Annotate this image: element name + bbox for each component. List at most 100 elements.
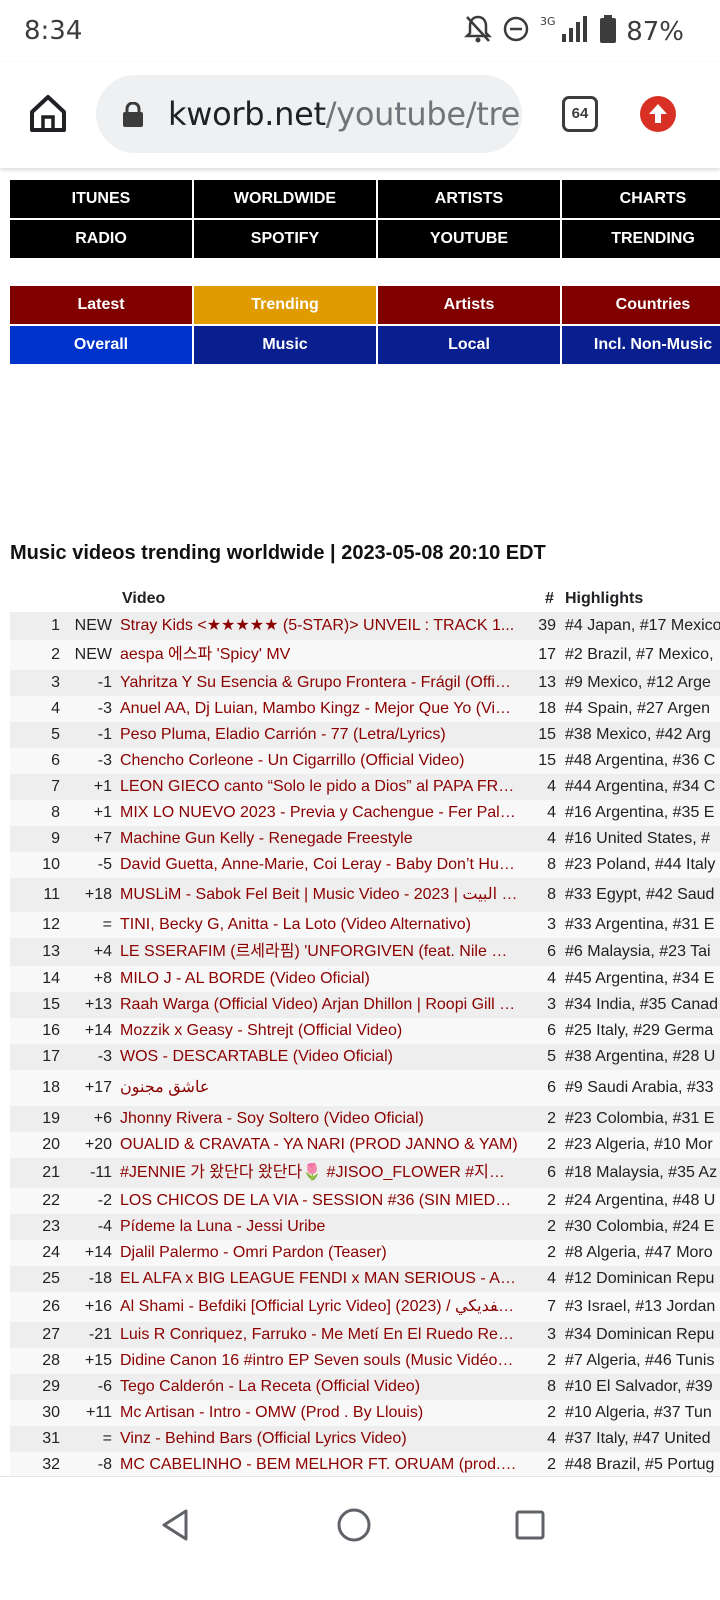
- row-change: +20: [84, 1136, 112, 1153]
- row-rank: 13: [42, 943, 60, 960]
- row-video-link[interactable]: MUSLiM - Sabok Fel Beit | Music Video - …: [120, 878, 518, 912]
- table-row: 15 +13 Raah Warga (Official Video) Arjan D…: [10, 992, 720, 1018]
- row-change: +8: [93, 970, 112, 987]
- network-type-label: 3G: [540, 15, 556, 28]
- row-video-link[interactable]: EL ALFA x BIG LEAGUE FENDI x MAN SERIOUS…: [120, 1266, 518, 1292]
- row-highlights: #23 Poland, #44 Italy: [565, 856, 716, 873]
- row-count: 3: [547, 996, 556, 1013]
- page-title: Music videos trending worldwide | 2023-0…: [10, 542, 546, 564]
- table-row: 10 -5 David Guetta, Anne-Marie, Coi Leray …: [10, 852, 720, 878]
- row-video-link[interactable]: Didine Canon 16 #intro EP Seven souls (M…: [120, 1348, 518, 1374]
- table-row: 1 NEW Stray Kids <★★★★★ (5-STAR)> UNVEIL :…: [10, 612, 720, 640]
- table-row: 27 -21 Luis R Conriquez, Farruko - Me Metí…: [10, 1322, 720, 1348]
- row-video-link[interactable]: aespa 에스파 'Spicy' MV: [120, 640, 518, 670]
- row-change: +4: [93, 943, 112, 960]
- row-video-link[interactable]: TINI, Becky G, Anitta - La Loto (Video A…: [120, 912, 518, 938]
- table-row: 14 +8 MILO J - AL BORDE (Video Oficial) 4 #4…: [10, 966, 720, 992]
- row-rank: 28: [42, 1352, 60, 1369]
- update-button[interactable]: [640, 96, 676, 132]
- row-highlights: #33 Argentina, #31 E: [565, 916, 715, 933]
- nav-artists[interactable]: ARTISTS: [378, 180, 560, 218]
- battery-percent: 87%: [626, 16, 684, 47]
- row-rank: 32: [42, 1456, 60, 1473]
- row-video-link[interactable]: عاشق مجنون: [120, 1070, 518, 1106]
- row-count: 8: [547, 886, 556, 903]
- row-video-link[interactable]: Chencho Corleone - Un Cigarrillo (Offici…: [120, 748, 518, 774]
- home-nav-button[interactable]: [334, 1505, 374, 1545]
- subnav-music[interactable]: Music: [194, 326, 376, 364]
- row-highlights: #2 Brazil, #7 Mexico,: [565, 646, 714, 663]
- row-video-link[interactable]: LEON GIECO canto “Solo le pido a Dios” a…: [120, 774, 518, 800]
- row-video-link[interactable]: OUALID & CRAVATA - YA NARI (PROD JANNO &…: [120, 1132, 518, 1158]
- row-video-link[interactable]: Machine Gun Kelly - Renegade Freestyle: [120, 826, 518, 852]
- tab-switcher-button[interactable]: 64: [562, 96, 598, 132]
- nav-itunes[interactable]: ITUNES: [10, 180, 192, 218]
- subnav-trending[interactable]: Trending: [194, 286, 376, 324]
- row-change: +1: [93, 804, 112, 821]
- row-change: -6: [97, 1378, 112, 1395]
- row-change: =: [102, 916, 112, 933]
- row-video-link[interactable]: WOS - DESCARTABLE (Video Oficial): [120, 1044, 518, 1070]
- nav-youtube[interactable]: YOUTUBE: [378, 220, 560, 258]
- row-video-link[interactable]: Raah Warga (Official Video) Arjan Dhillo…: [120, 992, 518, 1018]
- row-video-link[interactable]: MIX LO NUEVO 2023 - Previa y Cachengue -…: [120, 800, 518, 826]
- row-video-link[interactable]: Mc Artisan - Intro - OMW (Prod . By Llou…: [120, 1400, 518, 1426]
- row-change: -11: [90, 1164, 112, 1181]
- row-count: 4: [547, 830, 556, 847]
- row-highlights: #3 Israel, #13 Jordan: [565, 1298, 716, 1315]
- recents-button[interactable]: [510, 1505, 550, 1545]
- row-video-link[interactable]: Tego Calderón - La Receta (Official Vide…: [120, 1374, 518, 1400]
- nav-trending[interactable]: TRENDING: [562, 220, 720, 258]
- subnav-local[interactable]: Local: [378, 326, 560, 364]
- lock-icon: [122, 101, 144, 133]
- row-count: 4: [547, 804, 556, 821]
- row-video-link[interactable]: Yahritza Y Su Esencia & Grupo Frontera -…: [120, 670, 518, 696]
- row-video-link[interactable]: MC CABELINHO - BEM MELHOR FT. ORUAM (pro…: [120, 1452, 518, 1478]
- row-rank: 2: [51, 646, 60, 663]
- row-highlights: #6 Malaysia, #23 Tai: [565, 943, 711, 960]
- table-row: 4 -3 Anuel AA, Dj Luian, Mambo Kingz - Mej…: [10, 696, 720, 722]
- row-video-link[interactable]: Peso Pluma, Eladio Carrión - 77 (Letra/L…: [120, 722, 518, 748]
- row-video-link[interactable]: Anuel AA, Dj Luian, Mambo Kingz - Mejor …: [120, 696, 518, 722]
- nav-charts[interactable]: CHARTS: [562, 180, 720, 218]
- row-video-link[interactable]: Mozzik x Geasy - Shtrejt (Official Video…: [120, 1018, 518, 1044]
- table-row: 20 +20 OUALID & CRAVATA - YA NARI (PROD JA…: [10, 1132, 720, 1158]
- status-time: 8:34: [24, 16, 83, 46]
- subnav-overall[interactable]: Overall: [10, 326, 192, 364]
- row-highlights: #34 Dominican Repu: [565, 1326, 715, 1343]
- nav-radio[interactable]: RADIO: [10, 220, 192, 258]
- table-row: 32 -8 MC CABELINHO - BEM MELHOR FT. ORUAM …: [10, 1452, 720, 1478]
- nav-worldwide[interactable]: WORLDWIDE: [194, 180, 376, 218]
- row-video-link[interactable]: Djalil Palermo - Omri Pardon (Teaser): [120, 1240, 518, 1266]
- row-count: 2: [547, 1456, 556, 1473]
- row-video-link[interactable]: Vinz - Behind Bars (Official Lyrics Vide…: [120, 1426, 518, 1452]
- row-change: +14: [84, 1022, 112, 1039]
- table-row: 12 = TINI, Becky G, Anitta - La Loto (Vide…: [10, 912, 720, 938]
- home-circle-icon: [337, 1508, 371, 1542]
- home-button[interactable]: [26, 92, 70, 136]
- recents-square-icon: [515, 1510, 545, 1540]
- row-rank: 14: [42, 970, 60, 987]
- row-video-link[interactable]: Stray Kids <★★★★★ (5-STAR)> UNVEIL : TRA…: [120, 612, 518, 640]
- row-video-link[interactable]: Al Shami - Befdiki [Official Lyric Video…: [120, 1292, 518, 1322]
- row-video-link[interactable]: LE SSERAFIM (르세라핌) 'UNFORGIVEN (feat. Ni…: [120, 938, 518, 966]
- subnav-countries[interactable]: Countries: [562, 286, 720, 324]
- address-bar[interactable]: kworb.net/youtube/trending: [96, 75, 522, 153]
- subnav-artists[interactable]: Artists: [378, 286, 560, 324]
- row-video-link[interactable]: #JENNIE 가 왔단다 왔단다🌷 #JISOO_FLOWER #지수꽃 ..…: [120, 1158, 518, 1188]
- row-count: 2: [547, 1218, 556, 1235]
- subnav-latest[interactable]: Latest: [10, 286, 192, 324]
- row-rank: 1: [51, 617, 60, 634]
- row-count: 13: [538, 674, 556, 691]
- row-video-link[interactable]: Pídeme la Luna - Jessi Uribe: [120, 1214, 518, 1240]
- nav-spotify[interactable]: SPOTIFY: [194, 220, 376, 258]
- row-video-link[interactable]: LOS CHICOS DE LA VIA - SESSION #36 (SIN …: [120, 1188, 518, 1214]
- row-video-link[interactable]: Jhonny Rivera - Soy Soltero (Video Ofici…: [120, 1106, 518, 1132]
- back-button[interactable]: [156, 1505, 196, 1545]
- row-rank: 9: [51, 830, 60, 847]
- home-icon: [30, 95, 66, 132]
- row-video-link[interactable]: Luis R Conriquez, Farruko - Me Metí En E…: [120, 1322, 518, 1348]
- row-video-link[interactable]: MILO J - AL BORDE (Video Oficial): [120, 966, 518, 992]
- subnav-incl-non-music[interactable]: Incl. Non-Music: [562, 326, 720, 364]
- row-video-link[interactable]: David Guetta, Anne-Marie, Coi Leray - Ba…: [120, 852, 518, 878]
